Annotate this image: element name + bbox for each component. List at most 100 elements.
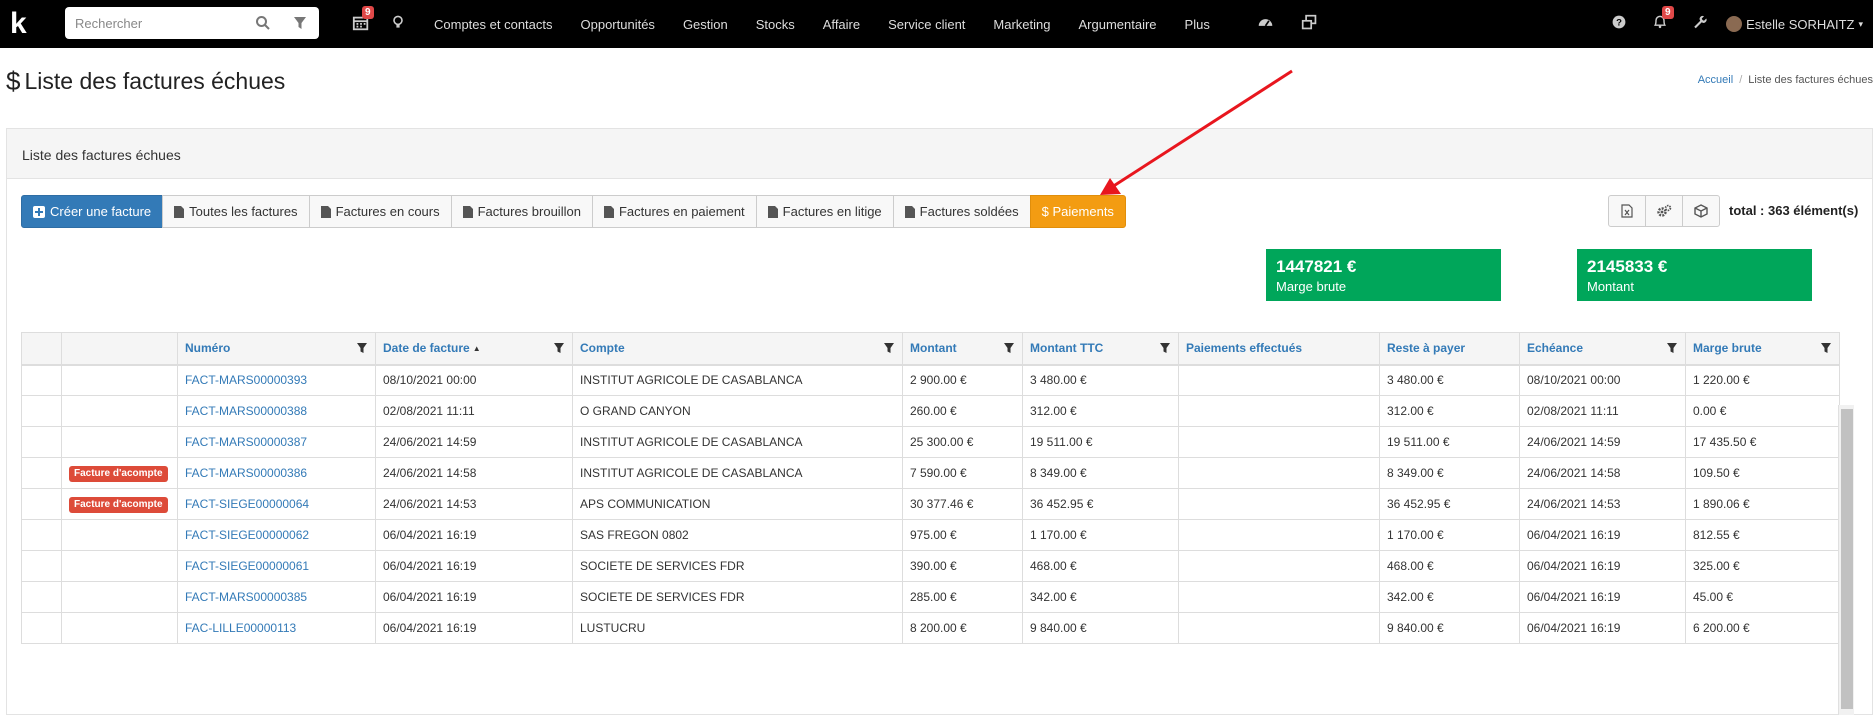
table-scrollbar[interactable] <box>1838 405 1854 715</box>
menu-item-gestion[interactable]: Gestion <box>669 17 742 32</box>
export-excel-button[interactable] <box>1608 195 1646 227</box>
filter-icon[interactable] <box>293 15 307 31</box>
header-echeance[interactable]: Echéance <box>1519 332 1686 366</box>
cell-echeance: 24/06/2021 14:53 <box>1519 488 1686 520</box>
cell-montant-ttc: 19 511.00 € <box>1022 426 1179 458</box>
invoice-link[interactable]: FACT-MARS00000388 <box>185 404 307 418</box>
filter-dispute-invoices[interactable]: Factures en litige <box>755 195 894 228</box>
column-filter-icon[interactable] <box>1004 342 1014 354</box>
cell-montant-ttc-text: 9 840.00 € <box>1030 621 1087 635</box>
filter-payment-invoices[interactable]: Factures en paiement <box>591 195 757 228</box>
menu-item-marketing[interactable]: Marketing <box>979 17 1064 32</box>
header-montant-ttc[interactable]: Montant TTC <box>1022 332 1179 366</box>
lightbulb-icon[interactable] <box>390 14 410 34</box>
bell-icon[interactable]: 9 <box>1652 6 1674 34</box>
header-compte[interactable]: Compte <box>572 332 903 366</box>
invoice-link[interactable]: FACT-SIEGE00000064 <box>185 497 309 511</box>
invoices-table-wrapper: Numéro Date de facture ▲ Compte Montant M… <box>21 332 1858 644</box>
table-row[interactable]: FACT-MARS00000385 06/04/2021 16:19 SOCIETE… <box>21 581 1840 613</box>
table-row[interactable]: Facture d'acompte FACT-MARS00000386 24/06/… <box>21 457 1840 489</box>
cell-select[interactable] <box>21 488 62 520</box>
help-icon[interactable]: ? <box>1611 14 1631 34</box>
filter-all-invoices[interactable]: Toutes les factures <box>162 195 310 228</box>
cell-select[interactable] <box>21 395 62 427</box>
menu-item-stocks[interactable]: Stocks <box>742 17 809 32</box>
search-icon[interactable] <box>255 15 271 31</box>
app-logo[interactable]: k <box>10 8 38 40</box>
table-row[interactable]: FACT-SIEGE00000062 06/04/2021 16:19 SAS FR… <box>21 519 1840 551</box>
cell-montant-ttc-text: 36 452.95 € <box>1030 497 1094 511</box>
header-reste[interactable]: Reste à payer <box>1379 332 1520 366</box>
column-filter-icon[interactable] <box>884 342 894 354</box>
table-row[interactable]: FACT-MARS00000387 24/06/2021 14:59 INSTITU… <box>21 426 1840 458</box>
invoice-link[interactable]: FACT-MARS00000387 <box>185 435 307 449</box>
menu-item-affaire[interactable]: Affaire <box>809 17 874 32</box>
column-filter-icon[interactable] <box>1667 342 1677 354</box>
cell-date: 06/04/2021 16:19 <box>375 519 573 551</box>
cell-select[interactable] <box>21 426 62 458</box>
header-paiements[interactable]: Paiements effectués <box>1178 332 1380 366</box>
cell-select[interactable] <box>21 364 62 396</box>
package-button[interactable] <box>1682 195 1720 227</box>
column-filter-icon[interactable] <box>1160 342 1170 354</box>
cell-reste: 19 511.00 € <box>1379 426 1520 458</box>
payments-button[interactable]: $ Paiements <box>1029 195 1126 228</box>
table-row[interactable]: FAC-LILLE00000113 06/04/2021 16:19 LUSTUCR… <box>21 612 1840 644</box>
header-montant[interactable]: Montant <box>902 332 1023 366</box>
calendar-icon[interactable]: 9 <box>352 6 374 34</box>
invoice-link[interactable]: FACT-MARS00000386 <box>185 466 307 480</box>
windows-icon[interactable] <box>1301 14 1321 34</box>
header-date[interactable]: Date de facture ▲ <box>375 332 573 366</box>
invoice-link[interactable]: FAC-LILLE00000113 <box>185 621 296 635</box>
cell-select[interactable] <box>21 457 62 489</box>
invoice-link[interactable]: FACT-MARS00000385 <box>185 590 307 604</box>
filter-current-invoices[interactable]: Factures en cours <box>308 195 452 228</box>
table-row[interactable]: Facture d'acompte FACT-SIEGE00000064 24/06… <box>21 488 1840 520</box>
cell-reste-text: 468.00 € <box>1387 559 1434 573</box>
invoice-link[interactable]: FACT-SIEGE00000061 <box>185 559 309 573</box>
filter-paid-invoices[interactable]: Factures soldées <box>892 195 1031 228</box>
cell-numero[interactable]: FACT-SIEGE00000061 <box>177 550 376 582</box>
cell-date: 06/04/2021 16:19 <box>375 581 573 613</box>
file-icon <box>320 205 331 218</box>
table-row[interactable]: FACT-SIEGE00000061 06/04/2021 16:19 SOCIET… <box>21 550 1840 582</box>
cell-select[interactable] <box>21 581 62 613</box>
scrollbar-thumb[interactable] <box>1841 409 1853 709</box>
table-row[interactable]: FACT-MARS00000388 02/08/2021 11:11 O GRAND… <box>21 395 1840 427</box>
cell-select[interactable] <box>21 519 62 551</box>
header-marge[interactable]: Marge brute <box>1685 332 1840 366</box>
invoice-link[interactable]: FACT-MARS00000393 <box>185 373 307 387</box>
table-row[interactable]: FACT-MARS00000393 08/10/2021 00:00 INSTITU… <box>21 364 1840 396</box>
cell-numero[interactable]: FACT-MARS00000393 <box>177 364 376 396</box>
breadcrumb-home[interactable]: Accueil <box>1698 74 1733 86</box>
column-filter-icon[interactable] <box>357 342 367 354</box>
menu-item-service-client[interactable]: Service client <box>874 17 979 32</box>
invoice-link[interactable]: FACT-SIEGE00000062 <box>185 528 309 542</box>
create-invoice-button[interactable]: Créer une facture <box>21 195 164 228</box>
filter-draft-invoices[interactable]: Factures brouillon <box>450 195 593 228</box>
cell-select[interactable] <box>21 550 62 582</box>
cell-numero[interactable]: FACT-SIEGE00000062 <box>177 519 376 551</box>
cell-numero[interactable]: FACT-MARS00000387 <box>177 426 376 458</box>
cell-numero[interactable]: FACT-MARS00000386 <box>177 457 376 489</box>
cell-numero[interactable]: FACT-MARS00000388 <box>177 395 376 427</box>
settings-button[interactable] <box>1645 195 1683 227</box>
cell-echeance-text: 24/06/2021 14:53 <box>1527 497 1621 511</box>
dashboard-icon[interactable] <box>1257 14 1277 34</box>
cell-numero[interactable]: FACT-SIEGE00000064 <box>177 488 376 520</box>
file-icon <box>462 205 473 218</box>
cell-reste: 312.00 € <box>1379 395 1520 427</box>
column-filter-icon[interactable] <box>1821 342 1831 354</box>
cell-numero[interactable]: FACT-MARS00000385 <box>177 581 376 613</box>
menu-item-opportunites[interactable]: Opportunités <box>567 17 669 32</box>
cell-select[interactable] <box>21 612 62 644</box>
cell-numero[interactable]: FAC-LILLE00000113 <box>177 612 376 644</box>
menu-item-argumentaire[interactable]: Argumentaire <box>1065 17 1171 32</box>
wrench-icon[interactable] <box>1692 14 1712 34</box>
column-filter-icon[interactable] <box>554 342 564 354</box>
search-input[interactable] <box>75 13 255 33</box>
menu-item-comptes[interactable]: Comptes et contacts <box>420 17 567 32</box>
menu-item-plus[interactable]: Plus <box>1171 17 1224 32</box>
header-numero[interactable]: Numéro <box>177 332 376 366</box>
user-menu[interactable]: Estelle SORHAITZ ▾ <box>1726 16 1863 32</box>
